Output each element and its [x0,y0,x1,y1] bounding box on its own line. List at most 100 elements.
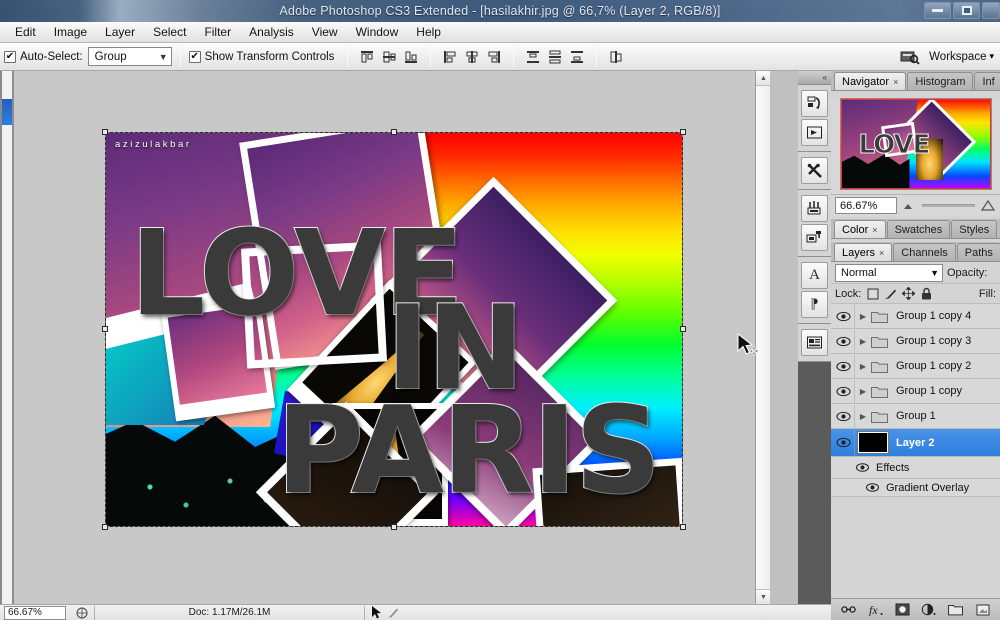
align-horizontal-centers-icon[interactable] [462,47,482,67]
menu-item-select[interactable]: Select [144,23,195,41]
menu-item-image[interactable]: Image [45,23,96,41]
brushes-panel-icon[interactable] [801,195,828,222]
menu-item-window[interactable]: Window [347,23,408,41]
zoom-in-icon[interactable] [981,199,996,212]
tab-paths-label: Paths [964,246,993,259]
preview-options-icon[interactable] [70,605,95,620]
align-top-edges-icon[interactable] [357,47,377,67]
blend-mode-dropdown[interactable]: Normal ▼ [835,263,943,282]
tool-presets-panel-icon[interactable] [801,157,828,184]
layer-style-fx-icon[interactable]: fx [868,602,883,617]
lock-transparent-pixels-icon[interactable] [866,287,879,300]
options-bar-right-group: Workspace ▾ [899,47,996,67]
align-left-edges-icon[interactable] [440,47,460,67]
scroll-down-arrow-icon[interactable]: ▼ [756,589,770,604]
zoom-out-icon[interactable] [903,200,916,211]
menu-item-analysis[interactable]: Analysis [240,23,303,41]
document-image[interactable]: LOVE IN PARIS azizulakbar [106,133,682,526]
tab-layers[interactable]: Layers × [834,243,893,261]
tab-styles[interactable]: Styles [951,220,998,238]
tab-swatches[interactable]: Swatches [886,220,951,238]
menu-item-layer[interactable]: Layer [96,23,144,41]
menu-item-filter[interactable]: Filter [195,23,240,41]
tab-info[interactable]: Inf [974,72,1000,90]
layer-comps-panel-icon[interactable] [801,329,828,356]
toolbox-active-tool-highlight [2,99,12,125]
table-row[interactable]: ▶ Group 1 [831,404,1000,429]
close-icon[interactable]: × [893,77,898,87]
eye-icon[interactable] [855,462,870,473]
clone-source-panel-icon[interactable] [801,224,828,251]
lock-all-icon[interactable] [920,287,933,300]
expand-triangle-icon[interactable]: ▶ [857,362,869,371]
close-icon[interactable]: × [879,248,884,258]
minimize-button[interactable] [924,2,951,19]
layer-visibility-toggle[interactable] [833,379,855,403]
close-button[interactable] [982,2,1000,19]
paragraph-panel-icon[interactable]: ¶ [801,291,828,318]
close-icon[interactable]: × [872,225,877,235]
add-layer-mask-icon[interactable] [895,602,910,617]
tab-channels[interactable]: Channels [893,243,956,261]
lock-position-icon[interactable] [902,287,916,300]
auto-align-layers-icon[interactable] [606,47,626,67]
workspace-dropdown[interactable]: Workspace ▾ [929,51,994,63]
expand-triangle-icon[interactable]: ▶ [857,412,869,421]
dock-collapse-grip[interactable]: « [798,71,831,85]
status-zoom-field[interactable]: 66.67% [4,605,66,620]
layer-visibility-toggle[interactable] [833,354,855,378]
layer-visibility-toggle[interactable] [833,404,855,428]
menu-item-view[interactable]: View [303,23,347,41]
tab-navigator[interactable]: Navigator × [834,72,907,90]
menu-item-help[interactable]: Help [407,23,450,41]
lock-image-pixels-icon[interactable] [884,287,897,300]
layer-visibility-toggle[interactable] [833,304,855,328]
show-transform-controls-checkbox[interactable]: ✔ [188,50,201,63]
navigator-zoom-slider[interactable] [922,204,975,207]
distribute-bottom-edges-icon[interactable] [567,47,587,67]
auto-select-checkbox[interactable]: ✔ [4,50,16,63]
distribute-top-edges-icon[interactable] [523,47,543,67]
actions-panel-icon[interactable] [801,119,828,146]
layer-effects-row[interactable]: Effects [831,457,1000,479]
eye-icon[interactable] [865,482,880,493]
history-panel-icon[interactable] [801,90,828,117]
new-layer-icon[interactable] [975,602,990,617]
align-bottom-edges-icon[interactable] [401,47,421,67]
expand-triangle-icon[interactable]: ▶ [857,337,869,346]
canvas-vertical-scrollbar[interactable]: ▲ ▼ [755,71,770,604]
link-layers-icon[interactable] [841,602,856,617]
expand-triangle-icon[interactable]: ▶ [857,312,869,321]
table-row[interactable]: ▶ Group 1 copy 2 [831,354,1000,379]
layer-visibility-toggle[interactable] [833,329,855,353]
navigator-view-box[interactable] [840,99,991,189]
status-doc-info[interactable]: Doc: 1.17M/26.1M [95,605,365,620]
expand-triangle-icon[interactable]: ▶ [857,387,869,396]
scroll-up-arrow-icon[interactable]: ▲ [756,71,770,86]
layer-visibility-toggle[interactable] [833,429,855,456]
go-to-bridge-icon[interactable] [900,47,920,67]
layer-effect-item[interactable]: Gradient Overlay [831,479,1000,497]
tab-histogram[interactable]: Histogram [907,72,974,90]
layer-thumbnail[interactable] [857,431,889,454]
align-vertical-centers-icon[interactable] [379,47,399,67]
document-canvas-area[interactable]: LOVE IN PARIS azizulakbar ▲ ▼ [14,71,770,604]
table-row[interactable]: ▶ Group 1 copy 4 [831,304,1000,329]
table-row[interactable]: Layer 2 [831,429,1000,457]
table-row[interactable]: ▶ Group 1 copy [831,379,1000,404]
tab-paths[interactable]: Paths [956,243,1000,261]
navigator-zoom-field[interactable]: 66.67% [835,197,897,214]
align-right-edges-icon[interactable] [484,47,504,67]
tab-color[interactable]: Color × [834,220,886,238]
toolbox-panel-sliver[interactable] [0,71,14,604]
navigator-thumbnail[interactable]: LOVE [839,98,992,190]
window-title-bar[interactable]: Adobe Photoshop CS3 Extended - [hasilakh… [0,0,1000,22]
auto-select-dropdown[interactable]: Group ▼ [87,47,172,66]
new-adjustment-layer-icon[interactable] [921,602,936,617]
character-panel-icon[interactable]: A [801,262,828,289]
maximize-button[interactable] [953,2,980,19]
table-row[interactable]: ▶ Group 1 copy 3 [831,329,1000,354]
new-group-icon[interactable] [948,602,964,617]
menu-item-edit[interactable]: Edit [6,23,45,41]
distribute-vertical-centers-icon[interactable] [545,47,565,67]
